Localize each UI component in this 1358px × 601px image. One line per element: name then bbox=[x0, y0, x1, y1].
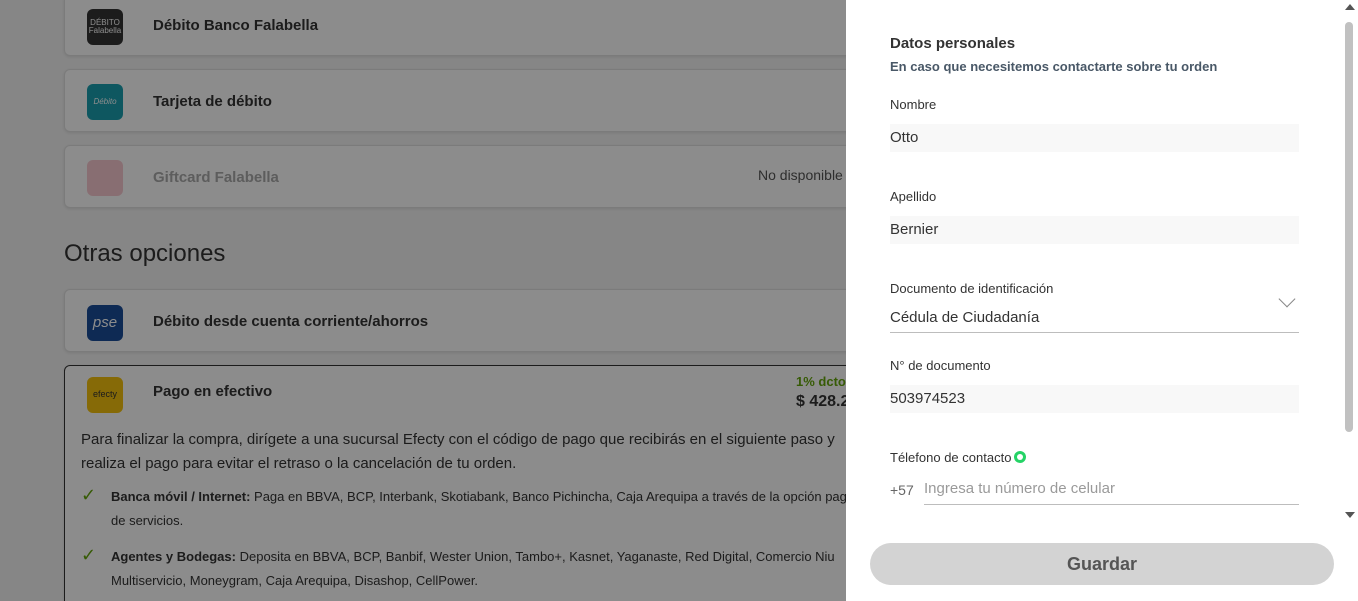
documento-label: Documento de identificación bbox=[890, 281, 1054, 296]
save-button[interactable]: Guardar bbox=[870, 543, 1334, 585]
nombre-field[interactable]: Otto bbox=[890, 124, 1299, 152]
scroll-down-icon[interactable] bbox=[1345, 512, 1355, 518]
scrollbar-thumb[interactable] bbox=[1345, 22, 1353, 432]
scroll-up-icon[interactable] bbox=[1345, 4, 1355, 10]
drawer-scrollbar[interactable] bbox=[1342, 0, 1358, 525]
apellido-label: Apellido bbox=[890, 189, 937, 204]
drawer-title: Datos personales bbox=[890, 35, 1016, 52]
modal-backdrop[interactable] bbox=[0, 0, 846, 601]
nombre-label: Nombre bbox=[890, 97, 937, 112]
numero-documento-field[interactable]: 503974523 bbox=[890, 385, 1299, 413]
apellido-field[interactable]: Bernier bbox=[890, 216, 1299, 244]
documento-selected-value: Cédula de Ciudadanía bbox=[890, 309, 1040, 326]
country-code-prefix: +57 bbox=[890, 482, 914, 498]
drawer-subtitle: En caso que necesitemos contactarte sobr… bbox=[890, 59, 1218, 74]
personal-data-drawer: Datos personales En caso que necesitemos… bbox=[846, 0, 1358, 601]
documento-select[interactable]: Cédula de Ciudadanía bbox=[890, 290, 1299, 333]
telefono-label: Télefono de contacto bbox=[890, 450, 1027, 465]
numero-documento-label: N° de documento bbox=[890, 358, 991, 373]
phone-input[interactable]: Ingresa tu número de celular bbox=[924, 478, 1299, 505]
drawer-content: Datos personales En caso que necesitemos… bbox=[846, 0, 1342, 525]
whatsapp-icon bbox=[1014, 451, 1027, 463]
chevron-down-icon bbox=[1278, 290, 1296, 308]
